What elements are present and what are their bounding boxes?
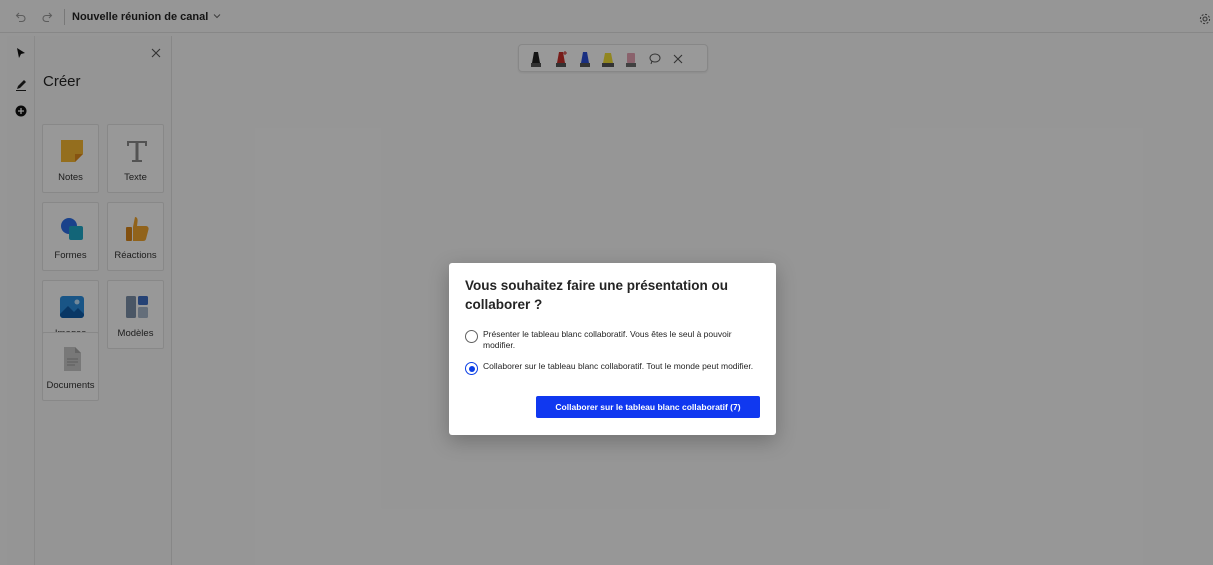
dialog-title: Vous souhaitez faire une présentation ou… — [465, 278, 729, 312]
option-label: Présenter le tableau blanc collaboratif.… — [483, 329, 732, 350]
radio-collaborate[interactable] — [465, 362, 478, 375]
present-or-collaborate-dialog: Vous souhaitez faire une présentation ou… — [449, 263, 776, 435]
collaborate-button[interactable]: Collaborer sur le tableau blanc collabor… — [536, 396, 760, 418]
radio-present[interactable] — [465, 330, 478, 343]
option-label: Collaborer sur le tableau blanc collabor… — [483, 361, 754, 371]
